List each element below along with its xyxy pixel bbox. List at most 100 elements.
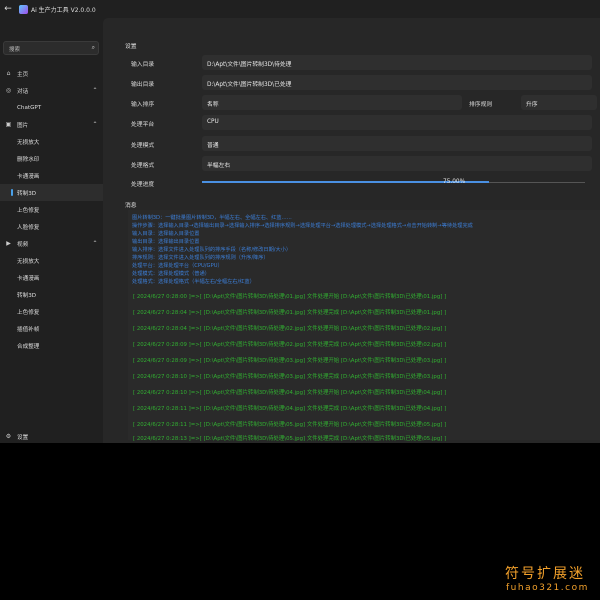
nav-list: ⌂ 主页 ◎ 对话 ⌃ ChatGPT ▣ 图片 ⌃ 无损放大 删除水印 卡通漫…	[0, 65, 103, 354]
input-dir-row: 输入目录 D:\Apt\文件\图片转制3D\待处理	[125, 55, 597, 71]
video-icon: ▶	[6, 240, 11, 247]
sidebar-group-video[interactable]: ▶ 视频 ⌃	[0, 235, 103, 252]
format-row: 处理格式 半幅左右	[125, 156, 597, 172]
platform-row: 处理平台 CPU	[125, 115, 597, 131]
sidebar-item-label: 删除水印	[17, 156, 40, 163]
sidebar-item-merge[interactable]: 合成整理	[0, 337, 103, 354]
search-placeholder: 搜索	[9, 47, 21, 53]
sidebar-item-image-cartoon[interactable]: 卡通漫画	[0, 167, 103, 184]
sidebar-item-label: 转制3D	[17, 292, 37, 299]
chevron-up-icon: ⌃	[92, 121, 98, 128]
sort-row: 输入排序 名称 ⌄ 排序规则 升序	[125, 95, 597, 111]
sidebar-item-label: 无损放大	[17, 139, 40, 146]
sidebar-item-label: 转制3D	[17, 190, 37, 197]
sidebar: 搜索 ⌕ ⌂ 主页 ◎ 对话 ⌃ ChatGPT ▣ 图片 ⌃ 无损放大 删除水…	[0, 18, 103, 443]
format-value: 半幅左右	[207, 163, 231, 169]
sidebar-item-image-upscale[interactable]: 无损放大	[0, 133, 103, 150]
output-dir-field[interactable]: D:\Apt\文件\图片转制3D\已处理	[202, 75, 592, 90]
messages-title: 消息	[125, 203, 137, 209]
sidebar-item-video-colorize[interactable]: 上色修复	[0, 303, 103, 320]
chevron-up-icon: ⌃	[92, 87, 98, 94]
sidebar-item-chatgpt[interactable]: ChatGPT	[0, 99, 103, 116]
main-panel: 设置 输入目录 D:\Apt\文件\图片转制3D\待处理 输出目录 D:\Apt…	[103, 18, 600, 443]
input-dir-value: D:\Apt\文件\图片转制3D\待处理	[207, 62, 292, 68]
log-line: [ 2024/6/27 0:28:10 ]=>[ [D:\Apt\文件\图片转制…	[133, 374, 447, 380]
progress-track	[202, 181, 585, 183]
help-line: 处理模式：选择处理模式（普通）	[132, 271, 210, 277]
sidebar-item-label: 设置	[17, 434, 29, 441]
chat-icon: ◎	[5, 87, 12, 94]
sidebar-group-chat[interactable]: ◎ 对话 ⌃	[0, 82, 103, 99]
progress-text: 75.00%	[443, 179, 466, 185]
sidebar-item-label: 上色修复	[17, 207, 40, 214]
progress-label: 处理进度	[131, 182, 155, 188]
sort-rule-select[interactable]: 升序	[521, 95, 597, 110]
platform-value: CPU	[207, 119, 219, 125]
help-line: 处理平台：选择处理平台（CPU/GPU）	[132, 263, 223, 269]
log-line: [ 2024/6/27 0:28:11 ]=>[ [D:\Apt\文件\图片转制…	[133, 422, 447, 428]
format-select[interactable]: 半幅左右	[202, 156, 592, 171]
help-line: 图片转制3D：一键批量图片转制3D，半幅左右、全幅左右、红蓝……	[132, 215, 292, 221]
mode-value: 普通	[207, 143, 219, 149]
log-line: [ 2024/6/27 0:28:11 ]=>[ [D:\Apt\文件\图片转制…	[133, 406, 447, 412]
sidebar-item-image-3d[interactable]: 转制3D	[0, 184, 103, 201]
sidebar-item-video-cartoon[interactable]: 卡通漫画	[0, 269, 103, 286]
sidebar-item-label: 卡通漫画	[17, 173, 40, 180]
sidebar-item-video-3d[interactable]: 转制3D	[0, 286, 103, 303]
format-label: 处理格式	[131, 163, 155, 169]
sidebar-item-remove-watermark[interactable]: 删除水印	[0, 150, 103, 167]
mode-label: 处理模式	[131, 143, 155, 149]
search-icon[interactable]: ⌕	[92, 44, 95, 52]
sort-rule-value: 升序	[526, 102, 538, 108]
chevron-up-icon: ⌃	[92, 240, 98, 247]
output-dir-row: 输出目录 D:\Apt\文件\图片转制3D\已处理	[125, 75, 597, 91]
back-arrow-icon[interactable]: ←	[0, 4, 16, 14]
image-icon: ▣	[5, 121, 12, 128]
sidebar-item-face-restore[interactable]: 人脸修复	[0, 218, 103, 235]
section-title: 设置	[125, 44, 137, 50]
app-logo-icon	[19, 4, 28, 14]
log-line: [ 2024/6/27 0:28:04 ]=>[ [D:\Apt\文件\图片转制…	[133, 310, 447, 316]
help-line: 输出目录：选择输出目录位置	[132, 239, 200, 245]
sidebar-group-image[interactable]: ▣ 图片 ⌃	[0, 116, 103, 133]
sort-label: 输入排序	[131, 102, 155, 108]
help-line: 输入目录：选择输入目录位置	[132, 231, 200, 237]
search-input[interactable]: 搜索 ⌕	[3, 41, 99, 55]
sidebar-item-frame-interp[interactable]: 插值补帧	[0, 320, 103, 337]
log-line: [ 2024/6/27 0:28:00 ]=>[ [D:\Apt\文件\图片转制…	[133, 294, 447, 300]
gear-icon: ⚙	[5, 433, 12, 440]
platform-label: 处理平台	[131, 122, 155, 128]
platform-select[interactable]: CPU	[202, 115, 592, 130]
messages-box[interactable]: 图片转制3D：一键批量图片转制3D，半幅左右、全幅左右、红蓝…… 操作步骤：选择…	[128, 210, 600, 442]
sidebar-item-label: 主页	[17, 71, 29, 78]
sidebar-item-label: 对话	[17, 88, 29, 95]
help-line: 处理格式：选择处理格式（半幅左右/全幅左右/红蓝）	[132, 279, 255, 285]
sidebar-item-video-upscale[interactable]: 无损放大	[0, 252, 103, 269]
sort-select[interactable]: 名称 ⌄	[202, 95, 462, 110]
sidebar-item-label: 视频	[17, 241, 29, 248]
log-line: [ 2024/6/27 0:28:13 ]=>[ [D:\Apt\文件\图片转制…	[133, 436, 447, 442]
watermark-cn: 符号扩展迷	[505, 566, 585, 582]
sidebar-item-label: 无损放大	[17, 258, 40, 265]
output-dir-value: D:\Apt\文件\图片转制3D\已处理	[207, 82, 292, 88]
app-title: Ai 生产力工具 V2.0.0.0	[31, 6, 96, 14]
sidebar-item-label: 合成整理	[17, 343, 40, 350]
sort-rule-label: 排序规则	[469, 102, 493, 108]
sidebar-item-label: 人脸修复	[17, 224, 40, 231]
watermark-en: fuhao321.com	[506, 583, 589, 593]
log-line: [ 2024/6/27 0:28:09 ]=>[ [D:\Apt\文件\图片转制…	[133, 358, 447, 364]
progress-row: 处理进度 75.00%	[125, 177, 597, 189]
title-bar: ← Ai 生产力工具 V2.0.0.0	[0, 0, 600, 18]
help-line: 排序规则：选择文件进入处理队列的排序规则（升序/降序）	[132, 255, 269, 261]
log-line: [ 2024/6/27 0:28:09 ]=>[ [D:\Apt\文件\图片转制…	[133, 342, 447, 348]
input-dir-field[interactable]: D:\Apt\文件\图片转制3D\待处理	[202, 55, 592, 70]
log-line: [ 2024/6/27 0:28:04 ]=>[ [D:\Apt\文件\图片转制…	[133, 326, 447, 332]
log-line: [ 2024/6/27 0:28:10 ]=>[ [D:\Apt\文件\图片转制…	[133, 390, 447, 396]
sidebar-item-image-colorize[interactable]: 上色修复	[0, 201, 103, 218]
help-line: 操作步骤：选择输入目录→选择输出目录→选择输入排序→选择排序规则→选择处理平台→…	[132, 223, 473, 229]
sidebar-item-label: ChatGPT	[17, 104, 42, 111]
help-line: 输入排序：选择文件进入处理队列的排序手段（名称/修改日期/大小）	[132, 247, 292, 253]
sidebar-item-home[interactable]: ⌂ 主页	[0, 65, 103, 82]
sidebar-item-label: 插值补帧	[17, 326, 40, 333]
mode-select[interactable]: 普通	[202, 136, 592, 151]
